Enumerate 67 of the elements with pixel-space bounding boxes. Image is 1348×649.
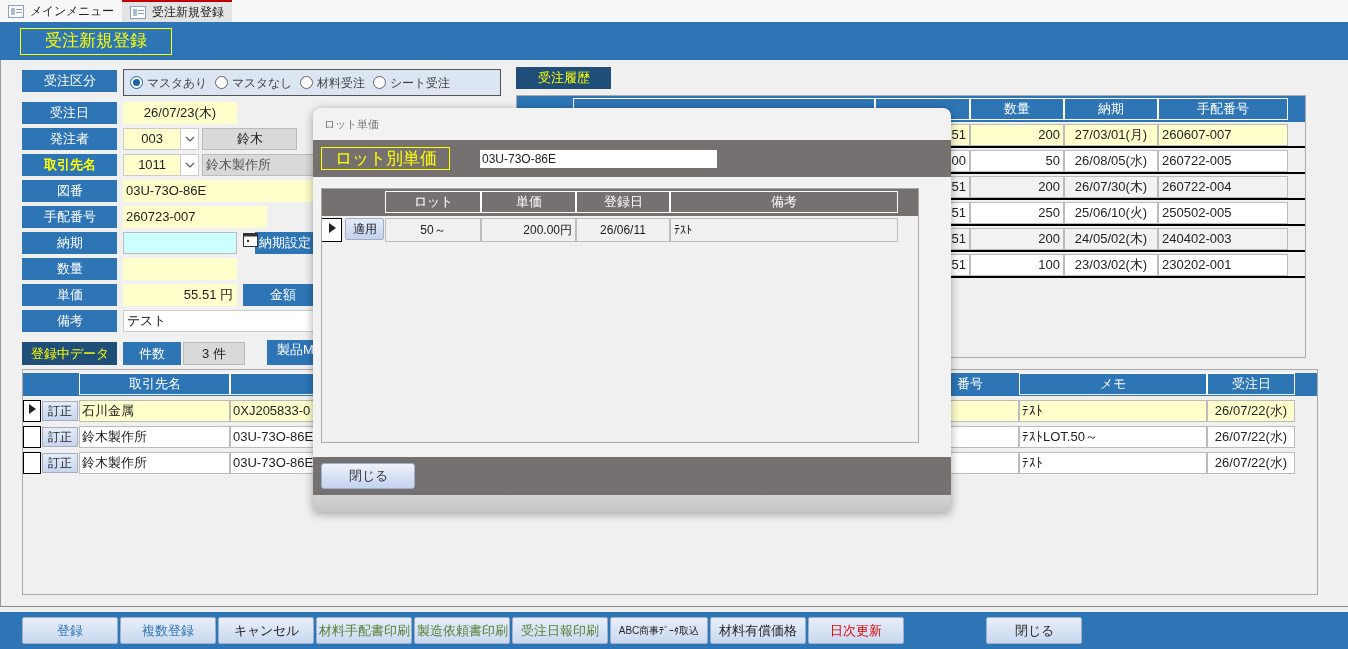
table-cell: 石川金属 <box>79 400 230 422</box>
tab-label: メインメニュー <box>30 3 114 20</box>
dialog-title: ロット単価 <box>324 116 379 132</box>
table-cell: 26/07/30(木) <box>1064 176 1158 198</box>
field-label: 受注区分 <box>22 70 117 92</box>
table-cell: 26/07/22(水) <box>1207 400 1295 422</box>
table-cell: ﾃｽﾄLOT.50～ <box>1019 426 1207 448</box>
table-cell: 25/06/10(火) <box>1064 202 1158 224</box>
table-cell: 23/03/02(木) <box>1064 254 1158 276</box>
table-cell: 260607-007 <box>1158 124 1288 146</box>
option-label: マスタなし <box>232 74 292 92</box>
table-cell: 50～ <box>385 218 481 242</box>
field-label: 図番 <box>22 180 117 202</box>
table-cell: 100 <box>970 254 1064 276</box>
table-cell: 27/03/01(月) <box>1064 124 1158 146</box>
count-field: 3 件 <box>183 342 245 365</box>
table-cell: 260722-004 <box>1158 176 1288 198</box>
table-cell: 200 <box>970 228 1064 250</box>
option-label: マスタあり <box>147 74 207 92</box>
table-cell: 50 <box>970 150 1064 172</box>
option-label: 材料受注 <box>317 74 365 92</box>
table-cell: 26/07/22(水) <box>1207 452 1295 474</box>
column-header: 登録日 <box>576 191 670 213</box>
field-label: 数量 <box>22 258 117 280</box>
table-cell: 26/08/05(水) <box>1064 150 1158 172</box>
tab-label: 受注新規登録 <box>152 4 224 21</box>
column-header: 数量 <box>970 98 1064 120</box>
column-header: 手配番号 <box>1158 98 1288 120</box>
table-cell: 26/07/22(水) <box>1207 426 1295 448</box>
table-cell: ﾃｽﾄ <box>1019 452 1207 474</box>
section-label: 受注履歴 <box>516 67 611 89</box>
table-cell: 200 <box>970 124 1064 146</box>
field-label: 受注日 <box>22 102 117 124</box>
column-header: 単価 <box>481 191 576 213</box>
section-label: 登録中データ <box>22 342 117 365</box>
table-cell: 鈴木製作所 <box>79 426 230 448</box>
table-cell: 250 <box>970 202 1064 224</box>
column-header: 納期 <box>1064 98 1158 120</box>
table-cell: ﾃｽﾄ <box>670 218 898 242</box>
column-header: 番号 <box>956 375 984 394</box>
field-label: 取引先名 <box>22 154 117 176</box>
combo-value: 003 <box>140 130 164 149</box>
option-label: シート受注 <box>390 74 450 92</box>
field-label: 納期 <box>22 232 117 254</box>
dialog-heading: ロット別単価 <box>321 147 450 170</box>
count-label: 件数 <box>123 342 181 365</box>
table-cell: 250502-005 <box>1158 202 1288 224</box>
field-label: 単価 <box>22 284 117 306</box>
table-cell: 240402-003 <box>1158 228 1288 250</box>
table-cell: 200.00円 <box>481 218 576 242</box>
column-header: 取引先名 <box>79 373 230 395</box>
table-cell: ﾃｽﾄ <box>1019 400 1207 422</box>
form-title: 受注新規登録 <box>20 27 172 55</box>
field-label: 手配番号 <box>22 206 117 228</box>
table-cell: 260722-005 <box>1158 150 1288 172</box>
table-cell: 200 <box>970 176 1064 198</box>
combo-value: 1011 <box>137 156 168 175</box>
table-cell: 24/05/02(木) <box>1064 228 1158 250</box>
field-label: 備考 <box>22 310 117 332</box>
table-cell: 230202-001 <box>1158 254 1288 276</box>
column-header: 備考 <box>670 191 898 213</box>
field-label: 発注者 <box>22 128 117 150</box>
table-cell: 鈴木製作所 <box>79 452 230 474</box>
column-header: 受注日 <box>1207 373 1295 395</box>
table-cell: 26/06/11 <box>576 218 670 242</box>
column-header: メモ <box>1019 373 1207 395</box>
column-header: ロット <box>385 191 481 213</box>
